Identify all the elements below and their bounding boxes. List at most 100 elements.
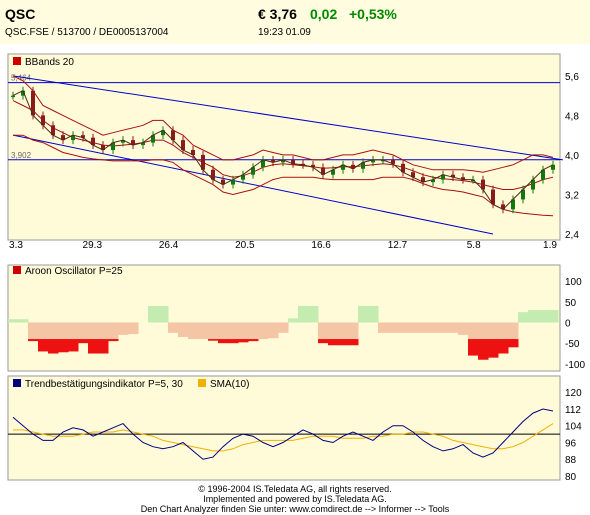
aroon-extreme-bar [488,339,499,358]
price-y-tick-label: 4,0 [565,151,579,162]
aroon-bar [208,322,219,340]
trend-legend-label: Trendbestätigungsindikator P=5, 30 [25,379,183,390]
bbands-legend-label: BBands 20 [25,57,74,68]
price-x-tick-label: 5.8 [467,240,481,251]
aroon-bar [128,322,139,335]
aroon-y-tick-label: 50 [565,298,577,309]
aroon-bar [178,322,189,337]
aroon-extreme-bar [238,339,249,343]
aroon-bar [188,322,199,340]
aroon-bar [518,312,529,323]
aroon-bar [288,318,299,323]
aroon-bar [298,305,309,323]
trend-y-tick-label: 104 [565,422,582,433]
price-change: 0,02 [310,6,338,22]
trend-legend-swatch [13,379,21,387]
price-y-tick-label: 3,2 [565,190,579,201]
aroon-bar [78,322,89,340]
aroon-y-tick-label: -50 [565,339,580,350]
aroon-extreme-bar [318,339,329,344]
aroon-bar [98,322,109,340]
trend-y-tick-label: 96 [565,438,577,449]
aroon-bar [428,322,439,333]
trend-y-tick-label: 88 [565,455,577,466]
aroon-bar [108,322,119,340]
aroon-bar [248,322,259,340]
aroon-bar [328,322,339,340]
aroon-bar [458,322,469,335]
aroon-bar [118,322,129,335]
aroon-bar [488,322,499,340]
quote-header: QSC QSC.FSE / 513700 / DE0005137004 € 3,… [0,0,590,44]
aroon-bar [468,322,479,340]
price-y-tick-label: 2,4 [565,230,579,241]
price-x-tick-label: 1.9 [543,240,557,251]
aroon-bar [368,305,379,323]
aroon-extreme-bar [468,339,479,356]
trend-y-tick-label: 120 [565,388,582,399]
aroon-bar [8,319,19,323]
aroon-bar [388,322,399,333]
sma-legend-swatch [198,379,206,387]
bbands-legend-swatch [13,57,21,65]
aroon-bar [318,322,329,340]
aroon-y-tick-label: 100 [565,277,582,288]
footer-tools-link[interactable]: Den Chart Analyzer finden Sie unter: www… [0,504,590,514]
price-x-tick-label: 26.4 [159,240,179,251]
aroon-bar [548,310,559,323]
price-x-tick-label: 29.3 [83,240,103,251]
aroon-extreme-bar [98,339,109,354]
aroon-extreme-bar [328,339,339,346]
aroon-bar [308,305,319,323]
aroon-bar [338,322,349,340]
aroon-bar [88,322,99,340]
aroon-bar [48,322,59,340]
price-change-percent: +0,53% [349,6,397,22]
aroon-bar [268,322,279,339]
footer-powered-by: Implemented and powered by IS.Teledata A… [203,494,387,504]
aroon-bar [238,322,249,340]
aroon-extreme-bar [248,339,259,342]
price-y-tick-label: 5,6 [565,72,579,83]
aroon-bar [528,310,539,323]
aroon-bar [478,322,489,340]
aroon-bar [508,322,519,340]
aroon-extreme-bar [478,339,489,360]
last-price: € 3,76 [258,6,297,22]
aroon-bar [448,322,459,333]
aroon-bar [148,305,159,323]
aroon-extreme-bar [508,339,519,348]
aroon-extreme-bar [498,339,509,354]
aroon-bar [168,322,179,333]
aroon-extreme-bar [108,339,119,342]
sma-legend-label: SMA(10) [210,379,249,390]
price-x-tick-label: 20.5 [235,240,255,251]
aroon-bar [358,305,369,323]
aroon-extreme-bar [68,339,79,352]
price-level-label: 3,902 [11,151,32,160]
aroon-bar [198,322,209,340]
aroon-extreme-bar [28,339,39,342]
price-x-tick-label: 3.3 [9,240,23,251]
aroon-bar [278,322,289,333]
price-x-tick-label: 12.7 [388,240,408,251]
aroon-y-tick-label: -100 [565,360,585,371]
aroon-extreme-bar [48,339,59,354]
price-x-tick-label: 16.6 [311,240,331,251]
aroon-bar [228,322,239,340]
trend-panel-background [7,375,561,481]
aroon-bar [498,322,509,340]
aroon-bar [38,322,49,340]
aroon-extreme-bar [58,339,69,353]
aroon-extreme-bar [338,339,349,346]
chart-canvas: BBands 20 Aroon Oscillator P=25 Trendbes… [7,53,585,483]
stock-symbol: QSC [5,6,36,22]
aroon-extreme-bar [348,339,359,346]
aroon-y-tick-label: 0 [565,319,571,330]
aroon-bar [18,319,29,323]
aroon-extreme-bar [228,339,239,344]
candle-body [11,95,15,98]
quote-time: 19:23 01.09 [258,27,311,38]
aroon-extreme-bar [38,339,49,352]
aroon-extreme-bar [88,339,99,354]
